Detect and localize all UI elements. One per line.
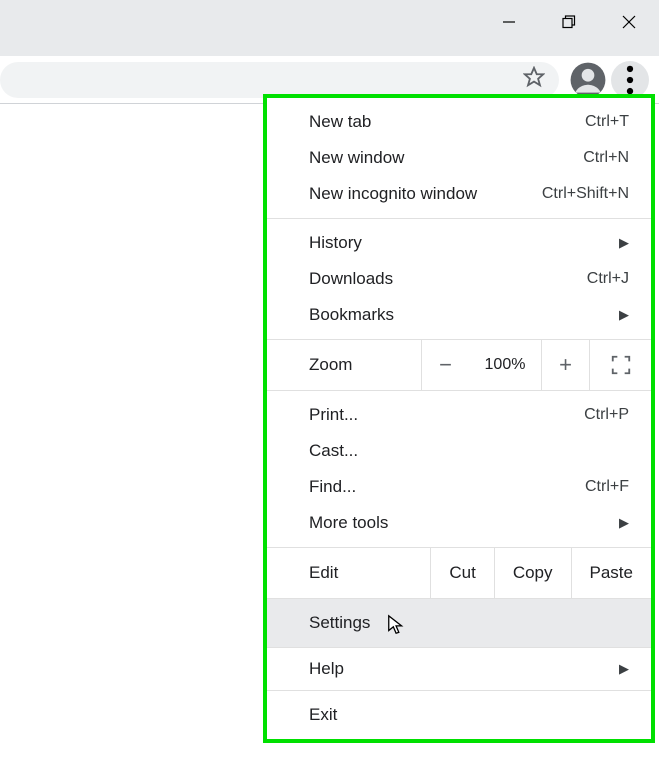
zoom-label: Zoom <box>267 340 421 390</box>
menu-item-exit[interactable]: Exit <box>267 691 651 739</box>
menu-zoom-row: Zoom − 100% + <box>267 339 651 391</box>
tab-strip <box>0 44 659 56</box>
menu-item-history[interactable]: History ▶ <box>267 225 651 261</box>
zoom-level: 100% <box>469 340 541 390</box>
menu-item-shortcut: Ctrl+N <box>583 149 629 167</box>
menu-item-find[interactable]: Find... Ctrl+F <box>267 469 651 505</box>
menu-item-label: New window <box>309 148 583 168</box>
window-titlebar <box>0 0 659 44</box>
chevron-right-icon: ▶ <box>619 515 629 531</box>
menu-item-label: Settings <box>309 613 629 633</box>
menu-item-label: History <box>309 233 619 253</box>
edit-label: Edit <box>267 548 430 598</box>
menu-item-label: New incognito window <box>309 184 542 204</box>
menu-item-label: Help <box>309 659 619 679</box>
zoom-out-button[interactable]: − <box>421 340 469 390</box>
menu-item-cast[interactable]: Cast... <box>267 433 651 469</box>
menu-separator <box>267 218 651 219</box>
menu-item-shortcut: Ctrl+J <box>587 270 629 288</box>
kebab-menu-icon[interactable] <box>611 61 649 99</box>
zoom-in-button[interactable]: + <box>541 340 589 390</box>
menu-item-label: Find... <box>309 477 585 497</box>
menu-item-bookmarks[interactable]: Bookmarks ▶ <box>267 297 651 333</box>
menu-item-help[interactable]: Help ▶ <box>267 648 651 690</box>
menu-item-settings[interactable]: Settings <box>267 599 651 647</box>
account-icon[interactable] <box>569 61 607 99</box>
minimize-button[interactable] <box>479 0 539 44</box>
menu-item-label: Downloads <box>309 269 587 289</box>
menu-item-label: Exit <box>309 705 629 725</box>
menu-item-shortcut: Ctrl+P <box>584 406 629 424</box>
menu-item-label: More tools <box>309 513 619 533</box>
menu-item-shortcut: Ctrl+F <box>585 478 629 496</box>
fullscreen-button[interactable] <box>589 340 651 390</box>
menu-item-label: Bookmarks <box>309 305 619 325</box>
menu-item-new-window[interactable]: New window Ctrl+N <box>267 140 651 176</box>
chevron-right-icon: ▶ <box>619 307 629 323</box>
menu-item-label: Cast... <box>309 441 629 461</box>
menu-item-shortcut: Ctrl+Shift+N <box>542 185 629 203</box>
menu-edit-row: Edit Cut Copy Paste <box>267 547 651 599</box>
menu-item-more-tools[interactable]: More tools ▶ <box>267 505 651 541</box>
address-bar[interactable] <box>0 62 559 98</box>
menu-item-label: New tab <box>309 112 585 132</box>
menu-item-print[interactable]: Print... Ctrl+P <box>267 397 651 433</box>
menu-item-new-tab[interactable]: New tab Ctrl+T <box>267 104 651 140</box>
maximize-button[interactable] <box>539 0 599 44</box>
cut-button[interactable]: Cut <box>430 548 493 598</box>
bookmark-star-icon[interactable] <box>523 66 545 93</box>
browser-main-menu: New tab Ctrl+T New window Ctrl+N New inc… <box>263 94 655 743</box>
chevron-right-icon: ▶ <box>619 235 629 251</box>
paste-button[interactable]: Paste <box>571 548 651 598</box>
menu-item-label: Print... <box>309 405 584 425</box>
menu-item-downloads[interactable]: Downloads Ctrl+J <box>267 261 651 297</box>
menu-item-shortcut: Ctrl+T <box>585 113 629 131</box>
close-button[interactable] <box>599 0 659 44</box>
copy-button[interactable]: Copy <box>494 548 571 598</box>
menu-item-new-incognito[interactable]: New incognito window Ctrl+Shift+N <box>267 176 651 212</box>
chevron-right-icon: ▶ <box>619 661 629 677</box>
